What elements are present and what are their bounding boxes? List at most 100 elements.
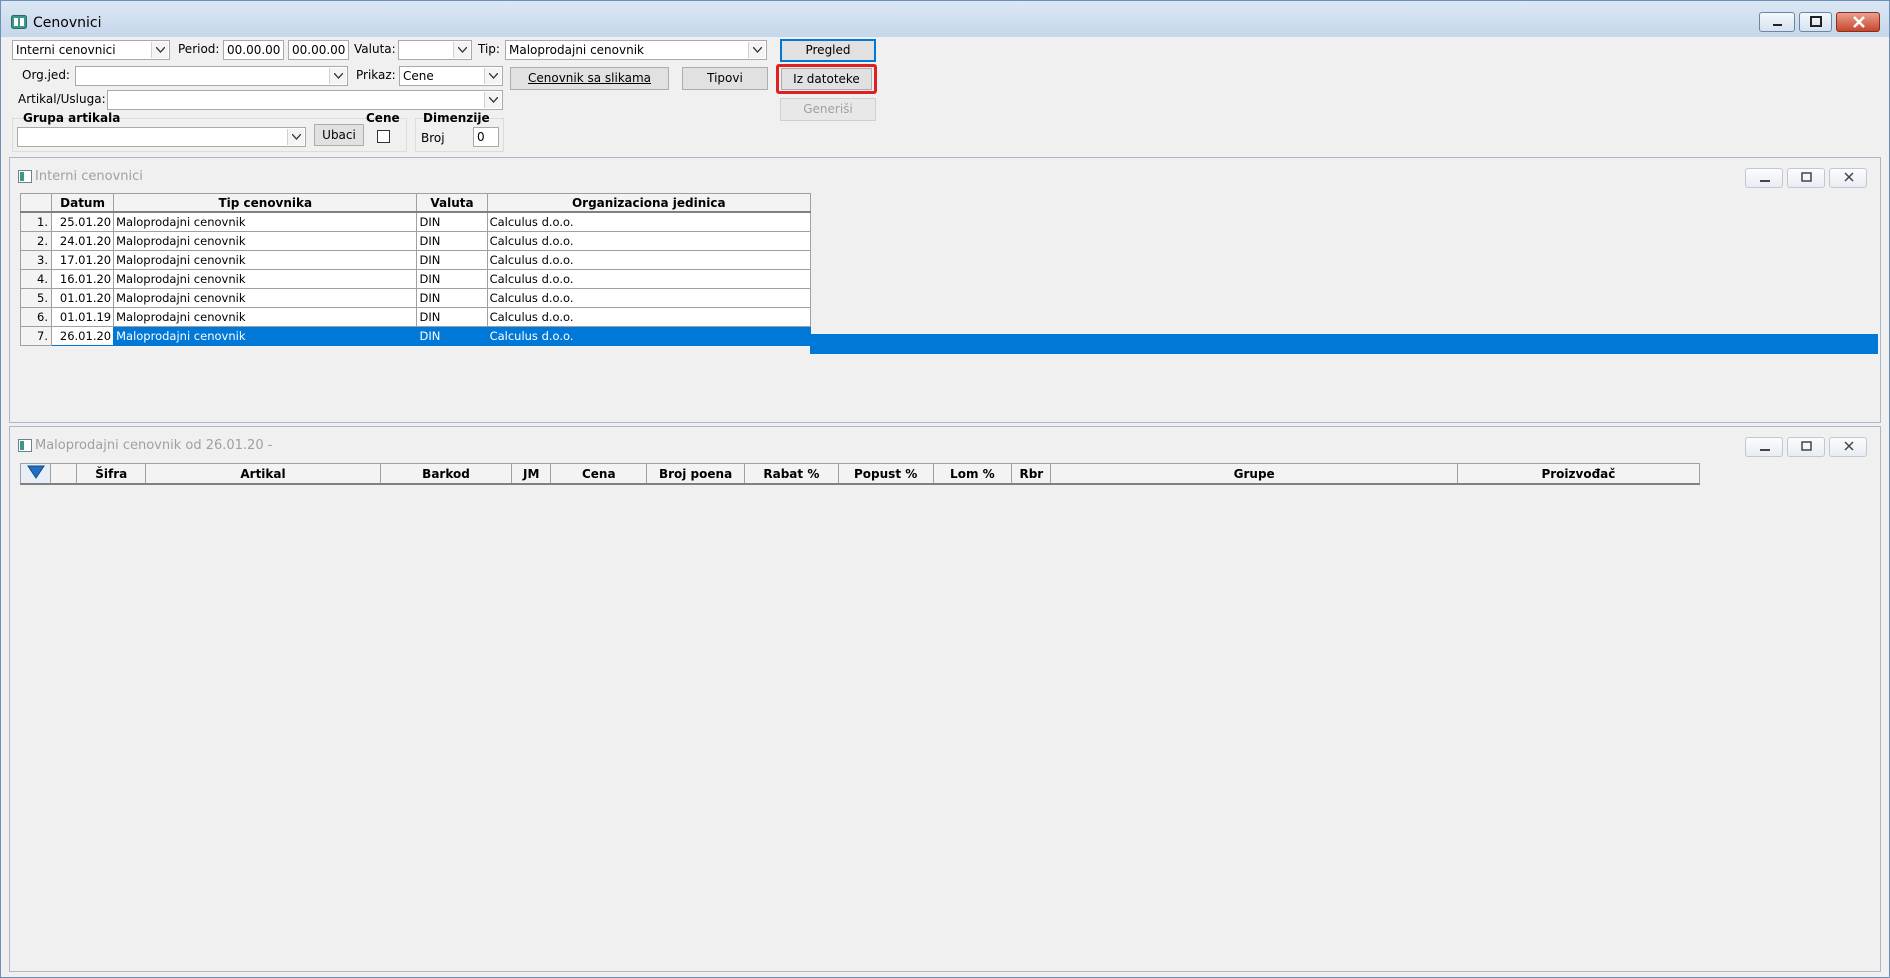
title-bar: Cenovnici <box>1 1 1889 37</box>
column-header[interactable]: Proizvođač <box>1456 463 1701 485</box>
artikal-label: Artikal/Usluga: <box>18 92 106 106</box>
column-header[interactable]: Organizaciona jedinica <box>486 193 812 213</box>
table-row[interactable]: 5. 01.01.20 Maloprodajni cenovnik DIN Calcul… <box>19 288 812 308</box>
panel-minimize-button[interactable] <box>1745 437 1783 457</box>
table-row[interactable]: 7. 26.01.20 Maloprodajni cenovnik DIN Calcul… <box>19 326 812 346</box>
datum-cell[interactable]: 26.01.20 <box>51 326 115 346</box>
table-row[interactable]: 4. 16.01.20 Maloprodajni cenovnik DIN Calcul… <box>19 269 812 289</box>
iz-datoteke-label: Iz datoteke <box>793 72 860 86</box>
datum-cell[interactable]: 24.01.20 <box>51 231 115 251</box>
valuta-cell[interactable]: DIN <box>416 250 488 270</box>
row-number-cell[interactable]: 3. <box>19 250 53 270</box>
selection-strip <box>810 334 1878 354</box>
org-cell[interactable]: Calculus d.o.o. <box>486 211 812 232</box>
tip-select[interactable]: Maloprodajni cenovnik <box>505 40 767 60</box>
tip-cell[interactable]: Maloprodajni cenovnik <box>113 269 418 289</box>
valuta-cell[interactable]: DIN <box>416 288 488 308</box>
valuta-cell[interactable]: DIN <box>416 326 488 346</box>
generisi-button[interactable]: Generiši <box>780 98 876 121</box>
org-cell[interactable]: Calculus d.o.o. <box>486 250 812 270</box>
tip-cell[interactable]: Maloprodajni cenovnik <box>113 326 418 346</box>
broj-field[interactable]: 0 <box>473 127 499 147</box>
datum-cell[interactable]: 17.01.20 <box>51 250 115 270</box>
row-number-cell[interactable]: 4. <box>19 269 53 289</box>
column-header[interactable]: Grupe <box>1050 463 1458 485</box>
datum-cell[interactable]: 25.01.20 <box>51 211 115 232</box>
column-header[interactable]: Tip cenovnika <box>113 193 418 213</box>
column-header[interactable]: Valuta <box>416 193 488 213</box>
org-cell[interactable]: Calculus d.o.o. <box>486 288 812 308</box>
interni-cenovnici-panel: Interni cenovnici Datum Tip cenovnika Va… <box>9 157 1881 423</box>
tip-cell[interactable]: Maloprodajni cenovnik <box>113 211 418 232</box>
panel-close-button[interactable] <box>1829 168 1867 188</box>
period-from-field[interactable]: 00.00.00 <box>223 40 284 60</box>
period-from-value: 00.00.00 <box>227 43 281 57</box>
iz-datoteke-button[interactable]: Iz datoteke <box>781 68 872 90</box>
valuta-cell[interactable]: DIN <box>416 211 488 232</box>
table-row[interactable]: 2. 24.01.20 Maloprodajni cenovnik DIN Calcul… <box>19 231 812 251</box>
row-number-cell[interactable]: 1. <box>19 211 53 232</box>
column-header[interactable]: Barkod <box>379 463 513 485</box>
datum-cell[interactable]: 01.01.20 <box>51 288 115 308</box>
grupa-select[interactable] <box>17 127 306 147</box>
source-select[interactable]: Interni cenovnici <box>12 40 170 60</box>
column-header[interactable]: Lom % <box>932 463 1013 485</box>
prikaz-label: Prikaz: <box>356 68 396 82</box>
column-header[interactable]: Artikal <box>145 463 381 485</box>
table-row[interactable]: 3. 17.01.20 Maloprodajni cenovnik DIN Calcul… <box>19 250 812 270</box>
row-number-cell[interactable]: 2. <box>19 231 53 251</box>
column-header[interactable]: Datum <box>51 193 115 213</box>
panel-minimize-button[interactable] <box>1745 168 1783 188</box>
org-cell[interactable]: Calculus d.o.o. <box>486 326 812 346</box>
datum-cell[interactable]: 16.01.20 <box>51 269 115 289</box>
column-header[interactable]: Broj poena <box>646 463 745 485</box>
valuta-cell[interactable]: DIN <box>416 307 488 327</box>
column-header[interactable]: JM <box>511 463 552 485</box>
column-header[interactable]: Popust % <box>837 463 934 485</box>
dimenzije-label: Dimenzije <box>423 111 490 125</box>
cene-checkbox[interactable] <box>377 130 390 143</box>
row-number-cell[interactable]: 7. <box>19 326 53 346</box>
row-number-cell[interactable]: 5. <box>19 288 53 308</box>
grupa-artikala-label: Grupa artikala <box>23 111 121 125</box>
tip-cell[interactable]: Maloprodajni cenovnik <box>113 250 418 270</box>
minimize-button[interactable] <box>1759 12 1795 32</box>
column-header[interactable]: Šifra <box>76 463 147 485</box>
filter-header[interactable] <box>19 463 52 485</box>
prikaz-select[interactable]: Cene <box>399 66 503 86</box>
org-cell[interactable]: Calculus d.o.o. <box>486 307 812 327</box>
ubaci-button[interactable]: Ubaci <box>314 124 364 146</box>
close-icon <box>1844 172 1854 182</box>
orgjed-select[interactable] <box>75 66 348 86</box>
pregled-button[interactable]: Pregled <box>780 39 876 62</box>
valuta-select[interactable] <box>398 40 472 60</box>
panel-maximize-button[interactable] <box>1787 168 1825 188</box>
tip-cell[interactable]: Maloprodajni cenovnik <box>113 231 418 251</box>
org-cell[interactable]: Calculus d.o.o. <box>486 231 812 251</box>
column-header[interactable]: Cena <box>550 463 648 485</box>
panel-close-button[interactable] <box>1829 437 1867 457</box>
maximize-button[interactable] <box>1799 12 1832 32</box>
tipovi-button[interactable]: Tipovi <box>682 67 768 90</box>
panel-icon <box>18 170 32 183</box>
valuta-cell[interactable]: DIN <box>416 269 488 289</box>
maximize-icon <box>1810 16 1822 27</box>
valuta-cell[interactable]: DIN <box>416 231 488 251</box>
table-row[interactable]: 1. 25.01.20 Maloprodajni cenovnik DIN Calcul… <box>19 211 812 232</box>
table-row[interactable]: 6. 01.01.19 Maloprodajni cenovnik DIN Calcul… <box>19 307 812 327</box>
tip-cell[interactable]: Maloprodajni cenovnik <box>113 307 418 327</box>
tip-label: Tip: <box>478 42 500 56</box>
column-header[interactable]: Rabat % <box>743 463 839 485</box>
minimize-icon <box>1773 24 1782 26</box>
row-number-header <box>19 193 53 213</box>
tip-cell[interactable]: Maloprodajni cenovnik <box>113 288 418 308</box>
row-number-cell[interactable]: 6. <box>19 307 53 327</box>
datum-cell[interactable]: 01.01.19 <box>51 307 115 327</box>
org-cell[interactable]: Calculus d.o.o. <box>486 269 812 289</box>
panel-maximize-button[interactable] <box>1787 437 1825 457</box>
period-to-field[interactable]: 00.00.00 <box>288 40 349 60</box>
cenovnik-sa-slikama-button[interactable]: Cenovnik sa slikama <box>510 67 669 90</box>
artikal-select[interactable] <box>107 90 503 110</box>
close-button[interactable] <box>1836 12 1880 32</box>
column-header[interactable]: Rbr <box>1011 463 1052 485</box>
